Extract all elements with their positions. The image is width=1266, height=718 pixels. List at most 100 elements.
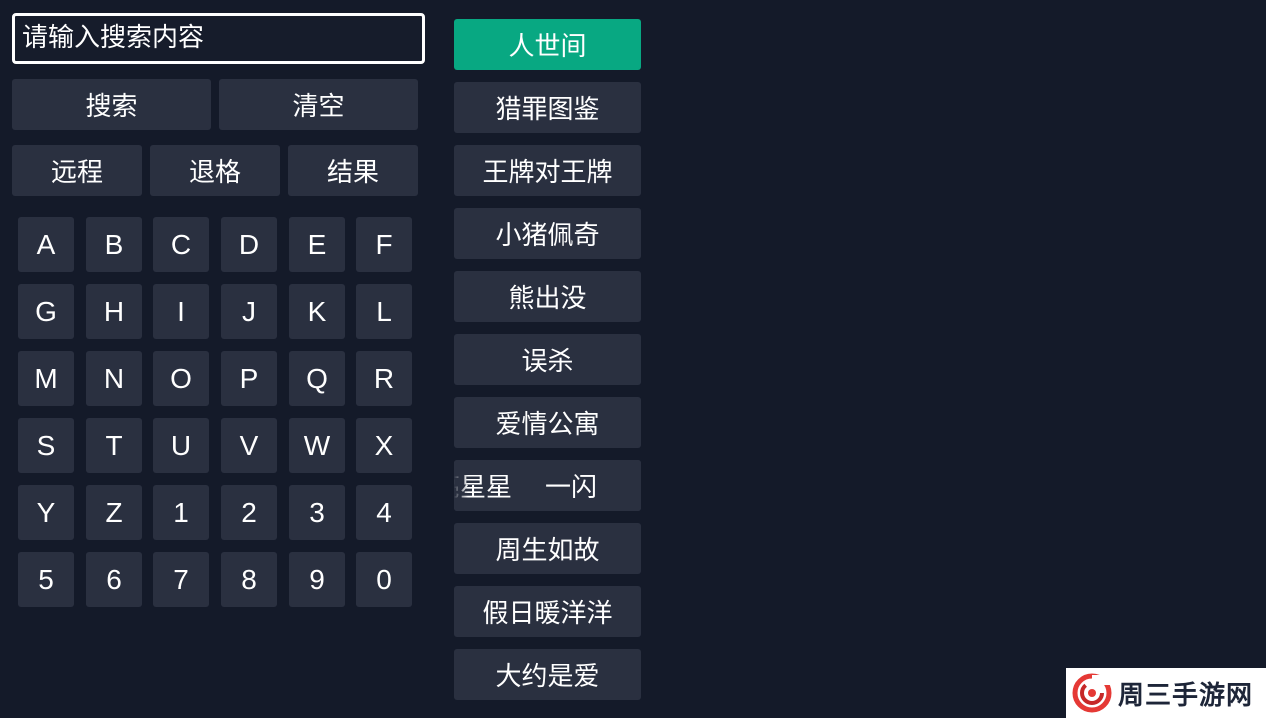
key-label: 3 xyxy=(309,496,325,528)
result-item[interactable]: 猎罪图鉴 xyxy=(454,82,641,133)
remote-button-label: 远程 xyxy=(50,158,103,188)
key-T[interactable]: T xyxy=(86,418,142,473)
key-J[interactable]: J xyxy=(221,284,277,339)
result-label: 猎罪图鉴 xyxy=(495,95,600,125)
key-P[interactable]: P xyxy=(221,351,277,406)
remote-button[interactable]: 远程 xyxy=(12,145,142,196)
result-label: 大约是爱 xyxy=(495,662,600,692)
key-label: 2 xyxy=(241,496,257,528)
key-E[interactable]: E xyxy=(289,217,345,272)
key-label: R xyxy=(373,362,395,394)
result-label: 爱情公寓 xyxy=(495,410,600,440)
key-I[interactable]: I xyxy=(153,284,209,339)
key-G[interactable]: G xyxy=(18,284,74,339)
key-label: G xyxy=(35,295,57,327)
key-M[interactable]: M xyxy=(18,351,74,406)
key-label: A xyxy=(36,228,56,260)
key-label: 0 xyxy=(376,563,392,595)
key-label: M xyxy=(34,362,58,394)
result-label: 亮星星 一闪 xyxy=(454,473,598,503)
key-label: 5 xyxy=(38,563,54,595)
key-6[interactable]: 6 xyxy=(86,552,142,607)
clear-button-label: 清空 xyxy=(292,92,345,122)
clear-button[interactable]: 清空 xyxy=(219,79,418,130)
key-label: N xyxy=(103,362,125,394)
key-label: 7 xyxy=(173,563,189,595)
key-label: D xyxy=(238,228,260,260)
results-button[interactable]: 结果 xyxy=(288,145,418,196)
key-label: H xyxy=(103,295,125,327)
key-X[interactable]: X xyxy=(356,418,412,473)
key-A[interactable]: A xyxy=(18,217,74,272)
key-label: O xyxy=(170,362,192,394)
key-2[interactable]: 2 xyxy=(221,485,277,540)
result-label: 假日暖洋洋 xyxy=(482,599,613,629)
key-label: F xyxy=(375,228,393,260)
result-label: 周生如故 xyxy=(495,536,600,566)
key-label: I xyxy=(177,295,185,327)
key-label: L xyxy=(376,295,392,327)
key-label: Q xyxy=(306,362,328,394)
result-item[interactable]: 误杀 xyxy=(454,334,641,385)
key-R[interactable]: R xyxy=(356,351,412,406)
key-F[interactable]: F xyxy=(356,217,412,272)
key-0[interactable]: 0 xyxy=(356,552,412,607)
key-L[interactable]: L xyxy=(356,284,412,339)
key-5[interactable]: 5 xyxy=(18,552,74,607)
key-label: E xyxy=(307,228,327,260)
key-1[interactable]: 1 xyxy=(153,485,209,540)
key-O[interactable]: O xyxy=(153,351,209,406)
key-4[interactable]: 4 xyxy=(356,485,412,540)
result-item[interactable]: 小猪佩奇 xyxy=(454,208,641,259)
result-item[interactable]: 假日暖洋洋 xyxy=(454,586,641,637)
watermark-text: 周三手游网 xyxy=(1118,680,1254,711)
result-item-scrolling[interactable]: 亮星星 一闪 xyxy=(454,460,641,511)
result-label: 误杀 xyxy=(521,347,574,377)
result-label: 王牌对王牌 xyxy=(482,158,613,188)
search-input[interactable]: 请输入搜索内容 xyxy=(12,13,425,64)
search-placeholder: 请输入搜索内容 xyxy=(22,23,205,53)
key-label: 9 xyxy=(309,563,325,595)
result-label: 小猪佩奇 xyxy=(495,221,600,251)
key-label: 1 xyxy=(173,496,189,528)
key-label: T xyxy=(105,429,123,461)
key-label: J xyxy=(242,295,256,327)
result-label: 熊出没 xyxy=(508,284,587,314)
key-D[interactable]: D xyxy=(221,217,277,272)
result-item[interactable]: 王牌对王牌 xyxy=(454,145,641,196)
key-Z[interactable]: Z xyxy=(86,485,142,540)
key-B[interactable]: B xyxy=(86,217,142,272)
key-label: S xyxy=(36,429,56,461)
key-label: K xyxy=(307,295,327,327)
key-K[interactable]: K xyxy=(289,284,345,339)
search-button-label: 搜索 xyxy=(85,92,138,122)
key-W[interactable]: W xyxy=(289,418,345,473)
result-item[interactable]: 周生如故 xyxy=(454,523,641,574)
key-H[interactable]: H xyxy=(86,284,142,339)
key-V[interactable]: V xyxy=(221,418,277,473)
key-label: W xyxy=(303,429,331,461)
key-label: X xyxy=(374,429,394,461)
key-label: 6 xyxy=(106,563,122,595)
watermark: 周三手游网 xyxy=(1066,668,1266,718)
key-label: P xyxy=(239,362,259,394)
key-U[interactable]: U xyxy=(153,418,209,473)
backspace-button[interactable]: 退格 xyxy=(150,145,280,196)
key-label: 4 xyxy=(376,496,392,528)
key-C[interactable]: C xyxy=(153,217,209,272)
key-Y[interactable]: Y xyxy=(18,485,74,540)
key-N[interactable]: N xyxy=(86,351,142,406)
result-item[interactable]: 大约是爱 xyxy=(454,649,641,700)
key-8[interactable]: 8 xyxy=(221,552,277,607)
key-9[interactable]: 9 xyxy=(289,552,345,607)
key-3[interactable]: 3 xyxy=(289,485,345,540)
result-item[interactable]: 爱情公寓 xyxy=(454,397,641,448)
result-item[interactable]: 熊出没 xyxy=(454,271,641,322)
key-Q[interactable]: Q xyxy=(289,351,345,406)
key-S[interactable]: S xyxy=(18,418,74,473)
search-button[interactable]: 搜索 xyxy=(12,79,211,130)
result-label: 人世间 xyxy=(508,32,587,62)
key-label: U xyxy=(170,429,192,461)
key-7[interactable]: 7 xyxy=(153,552,209,607)
result-item-active[interactable]: 人世间 xyxy=(454,19,641,70)
